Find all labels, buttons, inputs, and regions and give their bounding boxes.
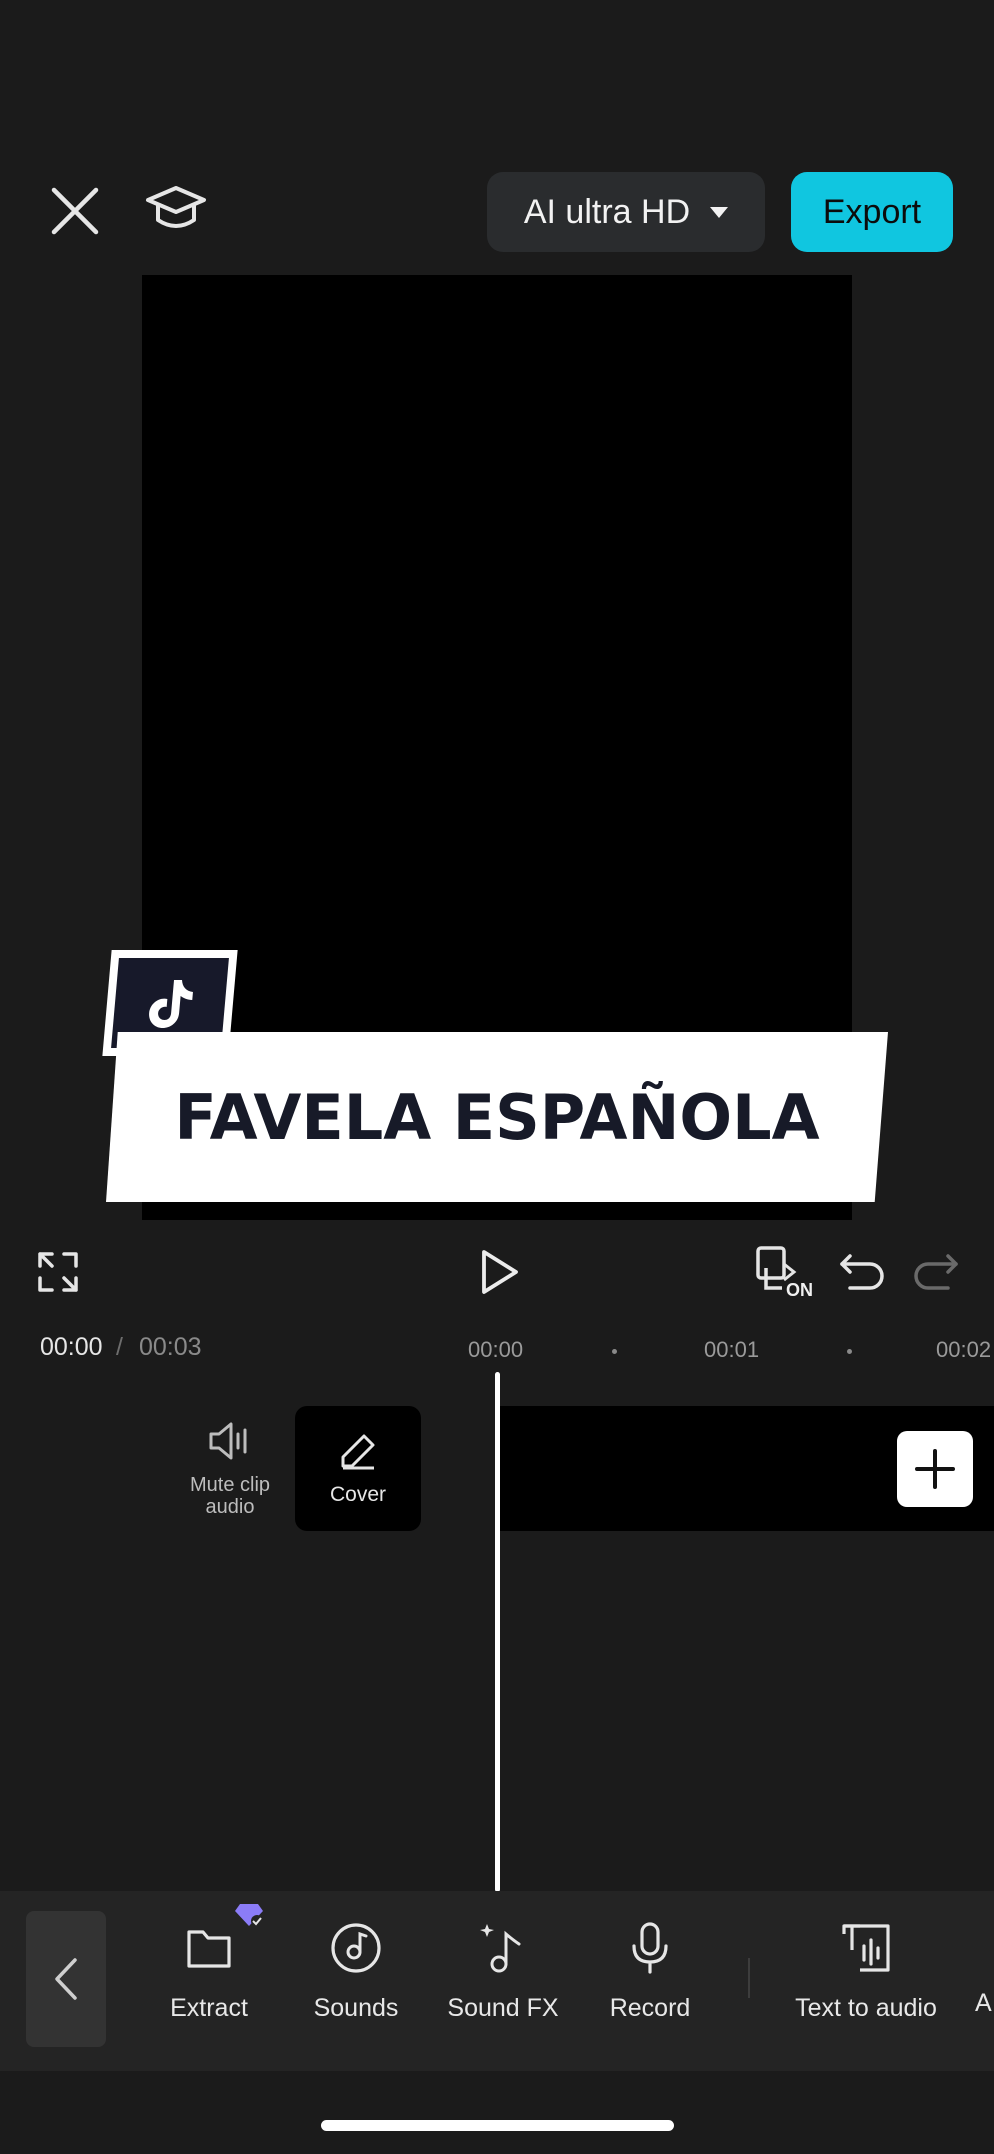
- expand-icon: [38, 1252, 78, 1292]
- tool-label-partial[interactable]: A: [975, 1989, 994, 2018]
- mute-clip-audio-button[interactable]: Mute clip audio: [175, 1418, 285, 1518]
- play-button[interactable]: [470, 1244, 526, 1300]
- toolbar-divider: [748, 1958, 750, 1998]
- microphone-icon: [632, 1922, 668, 1974]
- undo-button[interactable]: [834, 1244, 890, 1300]
- tool-sounds[interactable]: Sounds: [281, 1920, 431, 2023]
- chevron-left-icon: [55, 1958, 77, 2000]
- title-banner: FAVELA ESPAÑOLA: [106, 1032, 888, 1202]
- tool-label: Extract: [170, 1994, 248, 2022]
- speaker-icon: [209, 1422, 247, 1460]
- close-button[interactable]: [46, 182, 104, 240]
- close-icon: [51, 187, 99, 235]
- quality-dropdown[interactable]: AI ultra HD: [487, 172, 765, 252]
- title-text: FAVELA ESPAÑOLA: [174, 1080, 820, 1154]
- current-time: 00:00: [40, 1333, 103, 1361]
- add-clip-button[interactable]: [897, 1431, 973, 1507]
- back-button[interactable]: [26, 1911, 106, 2047]
- cover-button[interactable]: Cover: [295, 1406, 421, 1531]
- undo-icon: [840, 1254, 884, 1290]
- time-tick-dot: [612, 1349, 617, 1354]
- clip-toggle-badge: ON: [786, 1280, 813, 1300]
- mute-clip-audio-label: Mute clip audio: [189, 1474, 271, 1518]
- redo-icon: [914, 1254, 958, 1290]
- graduation-cap-icon: [146, 186, 206, 228]
- home-indicator[interactable]: [321, 2120, 674, 2131]
- tool-label: Sound FX: [447, 1994, 559, 2022]
- plus-icon: [915, 1449, 955, 1489]
- tool-label: Sounds: [313, 1994, 399, 2022]
- clip-toggle-button[interactable]: ON: [754, 1244, 814, 1304]
- tutorial-button[interactable]: [144, 180, 208, 240]
- fullscreen-button[interactable]: [30, 1244, 86, 1300]
- pencil-icon: [341, 1434, 375, 1469]
- sound-fx-icon: [480, 1924, 521, 1973]
- time-tick: 00:02: [936, 1337, 992, 1362]
- music-disc-icon: [331, 1923, 381, 1973]
- time-tick: 00:01: [704, 1337, 760, 1362]
- tiktok-icon: [149, 980, 193, 1028]
- total-time: 00:03: [139, 1333, 202, 1361]
- cover-label: Cover: [329, 1482, 387, 1506]
- tool-label: Record: [609, 1994, 691, 2022]
- text-to-audio-icon: [842, 1924, 890, 1972]
- export-button[interactable]: Export: [791, 172, 953, 252]
- caret-down-icon: [710, 206, 729, 218]
- time-tick: 00:00: [468, 1337, 524, 1362]
- playhead[interactable]: [495, 1372, 500, 1892]
- time-separator: /: [116, 1333, 123, 1361]
- tool-text-to-audio[interactable]: Text to audio: [771, 1920, 961, 2023]
- tool-label: Text to audio: [795, 1994, 937, 2022]
- tool-record[interactable]: Record: [575, 1920, 725, 2023]
- tool-extract[interactable]: Extract: [134, 1920, 284, 2023]
- time-tick-dot: [847, 1349, 852, 1354]
- play-icon: [482, 1250, 518, 1294]
- premium-diamond-icon: [234, 1902, 264, 1928]
- quality-label: AI ultra HD: [523, 192, 691, 231]
- redo-button[interactable]: [908, 1244, 964, 1300]
- folder-icon: [187, 1930, 231, 1968]
- tool-sound-fx[interactable]: Sound FX: [428, 1920, 578, 2023]
